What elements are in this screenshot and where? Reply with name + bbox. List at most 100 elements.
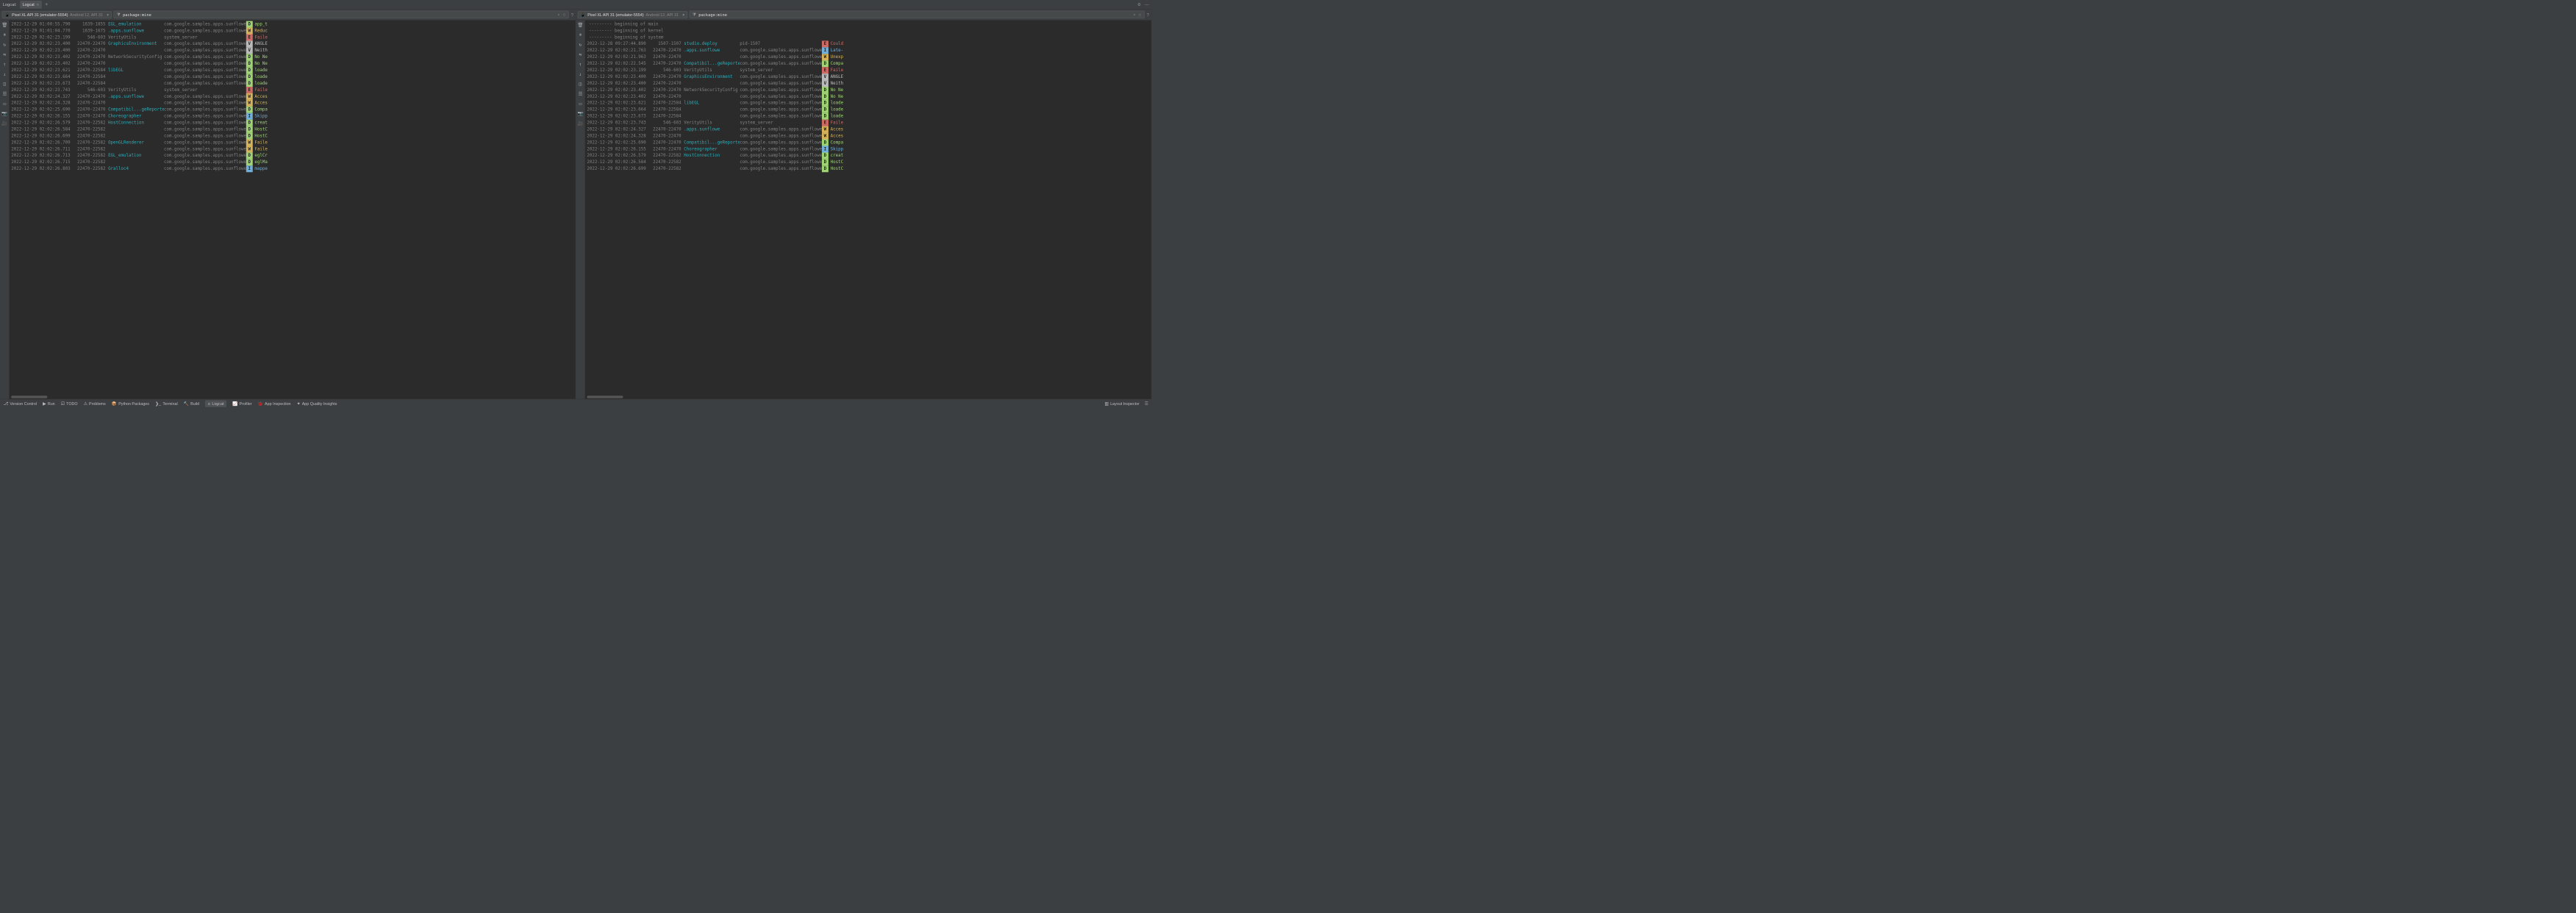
log-line: 2022-12-29 02:02:23.40222470-22470Networ… [587, 87, 1151, 93]
log-line: 2022-12-29 02:02:26.71522470-22582com.go… [11, 159, 575, 165]
log-line: 2022-12-29 02:02:25.69022470-22470Compat… [11, 107, 575, 113]
filter-input[interactable]: ⧩ package:mine × ☆ [114, 11, 569, 18]
star-icon[interactable]: ☆ [1138, 12, 1142, 17]
tool-todo[interactable]: ☑TODO [61, 401, 78, 407]
tab-logcat[interactable]: Logcat × [20, 1, 42, 9]
settings-icon[interactable]: ☰ [579, 91, 583, 96]
clear-filter-icon[interactable]: × [557, 12, 559, 17]
softwrap-icon[interactable]: ⇆ [579, 52, 582, 57]
pause-icon[interactable]: ⏸ [4, 32, 6, 37]
layout-icon[interactable]: ▭ [3, 101, 6, 107]
clear-filter-icon[interactable]: × [1133, 12, 1135, 17]
help-icon[interactable]: ? [1147, 12, 1149, 17]
down-icon[interactable]: ↓ [3, 71, 6, 76]
branch-icon: ⎇ [3, 401, 8, 407]
split-icon[interactable]: ◫ [3, 82, 6, 87]
tool-profiler[interactable]: 📈Profiler [232, 401, 251, 407]
layout-icon[interactable]: ▭ [579, 101, 582, 107]
filter-text: package:mine [123, 12, 151, 17]
screenrecord-icon[interactable]: 🎥 [578, 121, 584, 126]
right-log-area[interactable]: --------- beginning of main--------- beg… [585, 21, 1151, 399]
tool-build[interactable]: 🔨Build [184, 401, 199, 407]
device-name: Pixel XL API 31 (emulator-5554) [12, 12, 68, 17]
screenrecord-icon[interactable]: 🎥 [1, 121, 7, 126]
tool-problems[interactable]: ⚠Problems [84, 401, 106, 407]
log-line: 2022-12-29 02:02:23.40222470-22470com.go… [587, 93, 1151, 100]
scrollbar-horizontal[interactable] [587, 395, 623, 398]
right-pane: 📱 Pixel XL API 31 (emulator-5554) Androi… [576, 10, 1151, 399]
screenshot-icon[interactable]: 📷 [578, 111, 584, 116]
filter-icon: ⧩ [693, 12, 696, 18]
tool-app-inspection[interactable]: 🐞App Inspection [258, 401, 291, 407]
log-line: --------- beginning of kernel [587, 28, 1151, 35]
profiler-icon: 📈 [232, 401, 237, 407]
package-icon: 📦 [112, 401, 117, 407]
tool-layout-inspector[interactable]: ▥Layout Inspector [1104, 401, 1139, 407]
layout-icon: ▥ [1104, 401, 1108, 407]
trash-icon[interactable]: 🗑 [1, 22, 7, 27]
log-line: 2022-12-29 02:02:24.32722470-22470.apps.… [11, 93, 575, 100]
log-line: 2022-12-29 02:02:23.743546-603VerityUtil… [587, 120, 1151, 126]
add-tab-button[interactable]: + [45, 1, 48, 7]
log-line: 2022-12-29 02:02:23.199546-603VerityUtil… [587, 67, 1151, 74]
left-pane: 📱 Pixel XL API 31 (emulator-5554) Androi… [0, 10, 576, 399]
hammer-icon: 🔨 [184, 401, 189, 407]
log-line: 2022-12-29 02:02:26.69922470-22582com.go… [587, 165, 1151, 172]
settings-icon[interactable]: ☰ [2, 91, 7, 96]
log-line: 2022-12-29 02:02:26.57922470-22582HostCo… [11, 120, 575, 126]
star-icon[interactable]: ☆ [562, 12, 566, 17]
top-tab-bar: Logcat: Logcat × + ⚙ — [0, 0, 1151, 10]
tool-app-quality[interactable]: ✦App Quality Insights [297, 401, 337, 407]
up-icon[interactable]: ↑ [579, 62, 582, 67]
log-line: 2022-12-29 02:02:23.67322470-22584com.go… [587, 113, 1151, 120]
restart-icon[interactable]: ↻ [3, 42, 6, 47]
log-line: 2022-12-29 02:02:26.71122470-22582com.go… [11, 146, 575, 152]
device-name: Pixel XL API 31 (emulator-5554) [587, 12, 643, 17]
left-pane-header: 📱 Pixel XL API 31 (emulator-5554) Androi… [0, 10, 576, 21]
log-line: 2022-12-29 02:02:23.62122470-22584libEGL… [587, 100, 1151, 107]
panel-title: Logcat: [3, 2, 17, 7]
restart-icon[interactable]: ↻ [579, 42, 582, 47]
log-line: 2022-12-29 02:02:23.40022470-22470com.go… [587, 80, 1151, 87]
close-icon[interactable]: × [36, 1, 39, 7]
right-side-toolbar: 🗑 ⏸ ↻ ⇆ ↑ ↓ ◫ ☰ ▭ 📷 🎥 [576, 21, 585, 399]
softwrap-icon[interactable]: ⇆ [3, 52, 6, 57]
log-line: 2022-12-29 02:02:26.69922470-22582com.go… [11, 133, 575, 140]
scrollbar-horizontal[interactable] [11, 395, 47, 398]
help-icon[interactable]: ? [571, 12, 573, 17]
up-icon[interactable]: ↑ [3, 62, 6, 67]
bottom-tool-bar: ⎇Version Control ▶Run ☑TODO ⚠Problems 📦P… [0, 399, 1151, 409]
split-icon[interactable]: ◫ [579, 82, 582, 87]
logcat-icon: ≡ [208, 401, 210, 407]
log-line: 2022-12-29 02:02:23.66422470-22584com.go… [587, 107, 1151, 113]
log-line: 2022-12-29 02:02:23.40222470-22470Networ… [11, 54, 575, 60]
log-line: 2022-12-29 02:02:23.66422470-22584com.go… [11, 74, 575, 80]
tool-logcat[interactable]: ≡Logcat [205, 400, 226, 407]
star-icon: ✦ [297, 401, 301, 407]
down-icon[interactable]: ↓ [579, 71, 582, 76]
log-line: 2022-12-29 02:02:21.76322470-22470.apps.… [587, 47, 1151, 54]
minimize-icon[interactable]: — [1145, 2, 1148, 7]
pause-icon[interactable]: ⏸ [579, 32, 582, 37]
filter-icon: ⧩ [117, 12, 121, 18]
phone-icon: 📱 [581, 12, 586, 17]
trash-icon[interactable]: 🗑 [577, 22, 583, 27]
device-select[interactable]: 📱 Pixel XL API 31 (emulator-5554) Androi… [2, 11, 112, 18]
log-line: 2022-12-29 02:02:23.40022470-22470Graphi… [587, 74, 1151, 80]
event-log-icon[interactable]: ☰ [1145, 401, 1148, 407]
log-line: 2022-12-29 02:02:26.70922470-22582OpenGL… [11, 140, 575, 146]
tool-terminal[interactable]: ❯_Terminal [155, 401, 178, 407]
device-select[interactable]: 📱 Pixel XL API 31 (emulator-5554) Androi… [578, 11, 687, 18]
phone-icon: 📱 [5, 12, 10, 17]
log-line: 2022-12-29 02:02:23.40222470-22470com.go… [11, 60, 575, 67]
device-api: Android 12, API 31 [70, 12, 103, 17]
gear-icon[interactable]: ⚙ [1137, 2, 1141, 7]
tool-python-packages[interactable]: 📦Python Packages [112, 401, 149, 407]
screenshot-icon[interactable]: 📷 [1, 111, 7, 116]
filter-text: package:mine [698, 12, 727, 17]
tool-run[interactable]: ▶Run [43, 401, 55, 407]
tool-version-control[interactable]: ⎇Version Control [3, 401, 37, 407]
tab-label: Logcat [23, 2, 35, 7]
filter-input[interactable]: ⧩ package:mine × ☆ [690, 11, 1145, 18]
left-log-area[interactable]: 2022-12-29 01:00:55.7901639-1855EGL_emul… [10, 21, 576, 399]
